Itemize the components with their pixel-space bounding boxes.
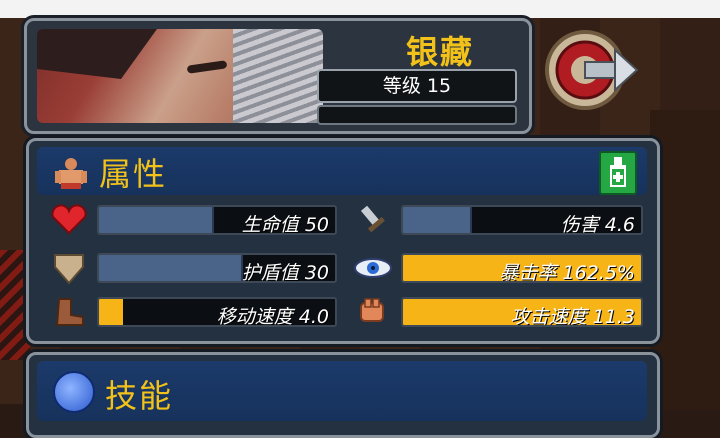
stat-attack-speed: 攻击速度 11.3 <box>351 295 643 329</box>
skills-panel: 技能 <box>26 352 660 438</box>
stat-crit-label: 暴击率 162.5% <box>499 262 636 283</box>
hero-portrait <box>37 29 323 123</box>
stat-speed: 移动速度 4.0 <box>47 295 337 329</box>
portrait-hair <box>233 29 323 123</box>
character-icon <box>51 157 91 195</box>
stat-shield: 护盾值 30 <box>47 251 337 285</box>
stat-attack-speed-label: 攻击速度 11.3 <box>510 306 635 327</box>
hero-name: 银藏 <box>405 33 474 71</box>
stat-speed-label: 移动速度 4.0 <box>216 306 329 327</box>
attributes-header: 属性 <box>37 147 647 195</box>
skills-title: 技能 <box>105 377 174 415</box>
skill-orb-icon <box>53 371 95 413</box>
potion-button[interactable] <box>599 151 637 195</box>
sword-icon <box>351 203 395 237</box>
skills-header[interactable]: 技能 <box>37 361 647 421</box>
hero-level: 等级 15 <box>317 69 517 103</box>
fist-icon <box>351 295 395 329</box>
attributes-panel: 属性 生命值 50 伤害 4.6 护盾值 30 暴击率 162.5% 移动速度 … <box>26 138 660 344</box>
background-shelf <box>650 110 720 410</box>
stat-health-label: 生命值 50 <box>241 214 329 235</box>
stat-shield-label: 护盾值 30 <box>241 262 329 283</box>
stat-crit: 暴击率 162.5% <box>351 251 643 285</box>
stat-damage-label: 伤害 4.6 <box>560 214 635 235</box>
back-arrow-icon <box>545 30 639 110</box>
attributes-title: 属性 <box>99 155 168 193</box>
stat-damage: 伤害 4.6 <box>351 203 643 237</box>
shield-icon <box>47 251 91 285</box>
heart-icon <box>47 203 91 237</box>
hero-level-bar <box>317 105 517 125</box>
hero-header-panel: 银藏 等级 15 <box>24 18 532 134</box>
eye-icon <box>351 251 395 285</box>
back-button[interactable] <box>543 26 639 114</box>
boot-icon <box>47 295 91 329</box>
portrait-eye <box>186 60 228 74</box>
stat-health: 生命值 50 <box>47 203 337 237</box>
potion-icon <box>610 157 626 187</box>
portrait-hat <box>37 29 157 79</box>
